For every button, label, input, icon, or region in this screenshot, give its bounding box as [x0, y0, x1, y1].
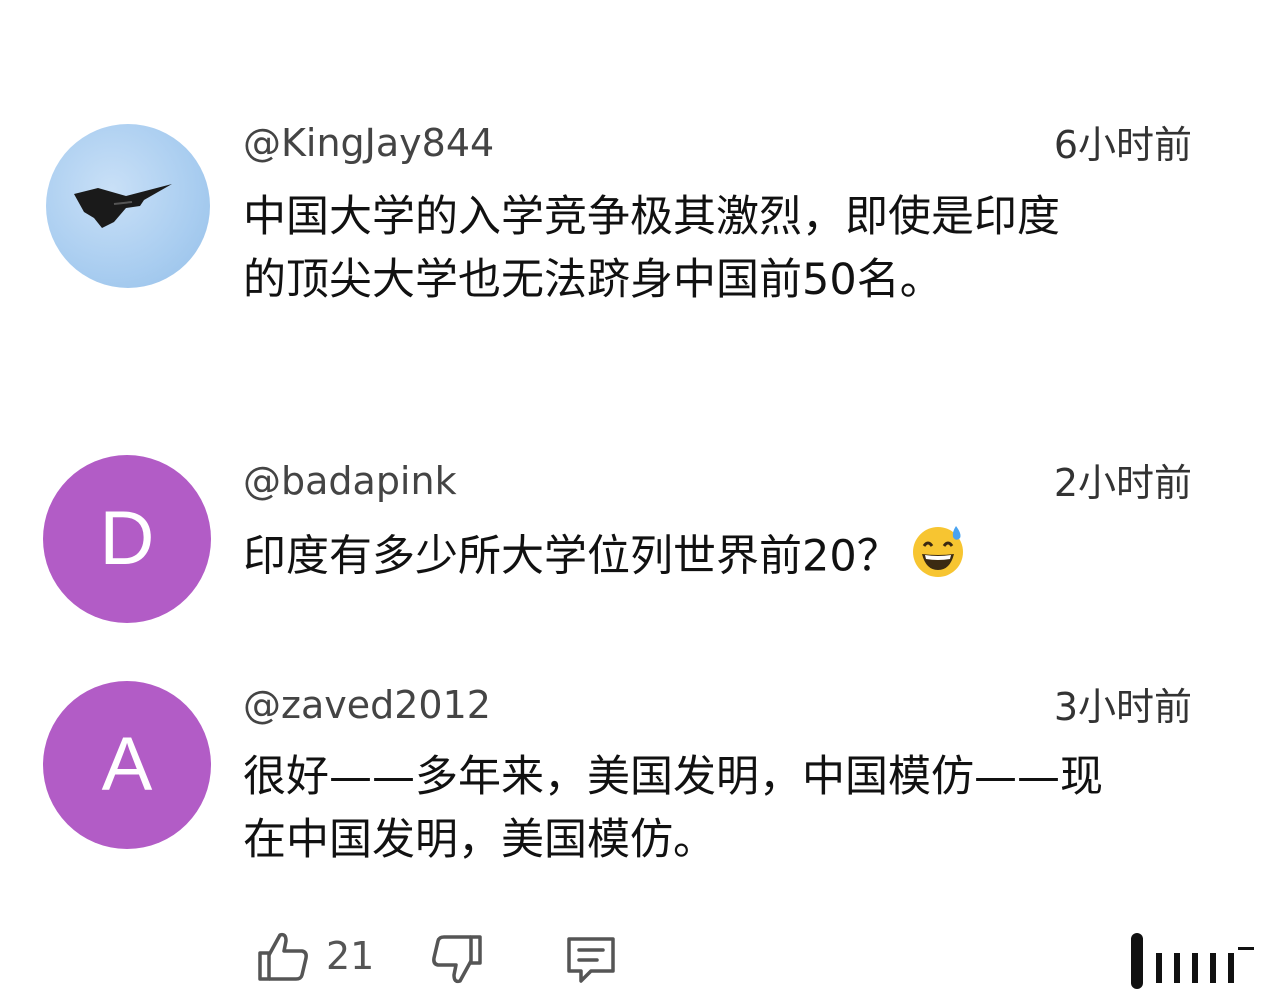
grinning-sweat-emoji [910, 522, 966, 596]
avatar-letter: D [99, 496, 155, 581]
comment-timestamp: 3小时前 [1053, 685, 1192, 729]
like-count: 21 [326, 934, 375, 978]
comment-text-line: 在中国发明，美国模仿。 [243, 815, 716, 865]
comment-username[interactable]: @KingJay844 [243, 124, 494, 162]
comment-action-bar: 21 [0, 925, 1280, 995]
comment-text-line: 中国大学的入学竞争极其激烈，即使是印度 [243, 192, 1060, 242]
comment-text: 很好——多年来，美国发明，中国模仿——现 在中国发明，美国模仿。 [243, 746, 1198, 872]
comment-text: 印度有多少所大学位列世界前20？ [243, 522, 1198, 596]
comment-timestamp: 6小时前 [1053, 123, 1192, 167]
avatar-letter: A [101, 722, 153, 807]
jet-aircraft-icon [74, 184, 172, 228]
comment-timestamp: 2小时前 [1053, 461, 1192, 505]
reply-icon[interactable] [563, 933, 619, 993]
comment-username[interactable]: @badapink [243, 462, 457, 500]
thumbs-down-icon[interactable] [430, 933, 484, 991]
comment-text: 中国大学的入学竞争极其激烈，即使是印度 的顶尖大学也无法跻身中国前50名。 [243, 186, 1198, 312]
avatar[interactable] [46, 124, 210, 288]
avatar[interactable]: D [43, 455, 211, 623]
scrollbar-handle[interactable] [1128, 933, 1258, 993]
comment-text-line: 的顶尖大学也无法跻身中国前50名。 [243, 255, 943, 305]
comment-text-line: 印度有多少所大学位列世界前20？ [243, 531, 900, 582]
thumbs-up-icon[interactable] [256, 929, 310, 987]
comment-text-line: 很好——多年来，美国发明，中国模仿——现 [243, 752, 1103, 802]
comment-username[interactable]: @zaved2012 [243, 686, 491, 724]
avatar[interactable]: A [43, 681, 211, 849]
